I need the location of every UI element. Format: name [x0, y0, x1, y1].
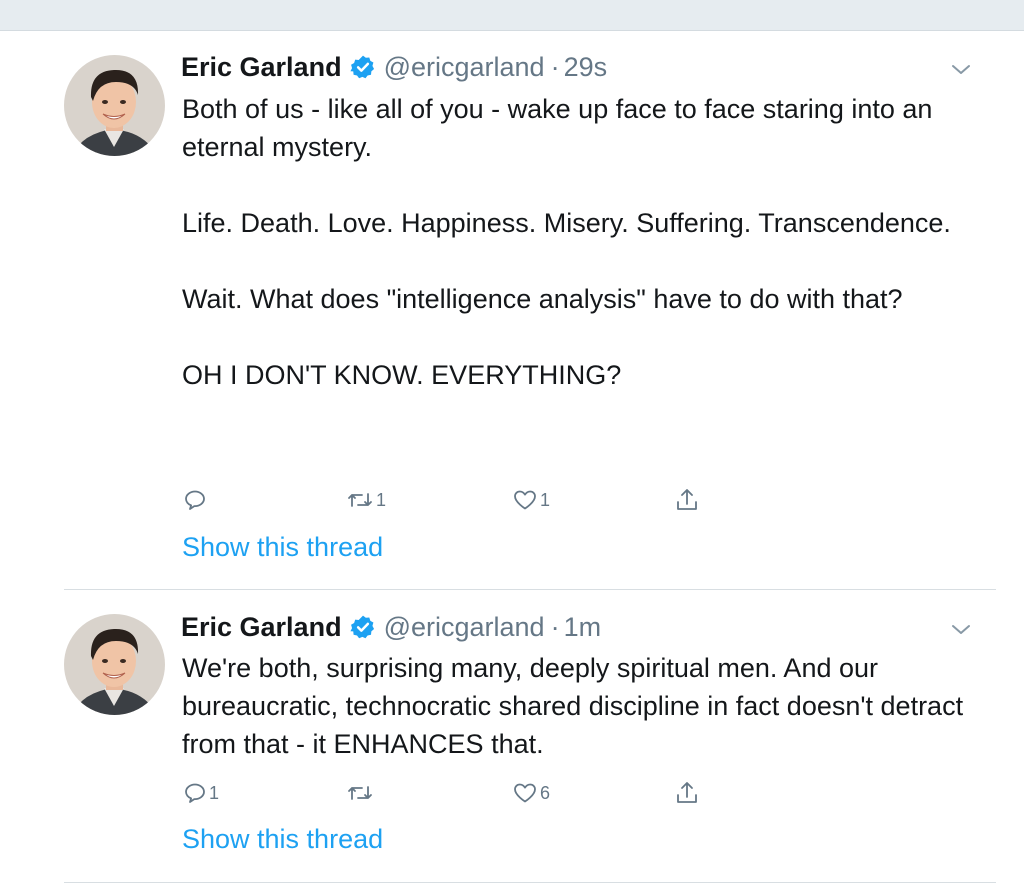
heart-icon — [512, 488, 538, 512]
separator-dot: · — [550, 611, 560, 642]
heart-icon — [512, 781, 538, 805]
reply-count: 1 — [209, 782, 220, 803]
reply-button[interactable] — [183, 485, 209, 515]
timestamp[interactable]: 1m — [564, 612, 602, 643]
author-name[interactable]: Eric Garland — [181, 52, 342, 83]
verified-badge-icon — [350, 54, 376, 80]
chevron-down-icon[interactable] — [950, 63, 972, 77]
show-thread-link[interactable]: Show this thread — [182, 824, 383, 855]
retweet-count: 1 — [376, 489, 387, 510]
tweet-paragraph: OH I DON'T KNOW. EVERYTHING? — [182, 360, 622, 390]
tweet-paragraph: Both of us - like all of you - wake up f… — [182, 94, 940, 162]
reply-button[interactable]: 1 — [183, 778, 219, 808]
reply-icon — [183, 781, 207, 805]
retweet-button[interactable]: 1 — [346, 485, 386, 515]
reply-icon — [183, 488, 207, 512]
retweet-button[interactable] — [346, 778, 376, 808]
timestamp[interactable]: 29s — [564, 52, 608, 83]
tweet-paragraph: Life. Death. Love. Happiness. Misery. Su… — [182, 208, 951, 238]
like-count: 6 — [540, 782, 551, 803]
share-icon — [674, 487, 700, 513]
author-handle[interactable]: @ericgarland — [384, 52, 545, 83]
author-name[interactable]: Eric Garland — [181, 612, 342, 643]
tweet-text: We're both, surprising many, deeply spir… — [182, 649, 982, 763]
like-button[interactable]: 6 — [512, 778, 550, 808]
tweet[interactable]: Eric Garland @ericgarland · 1m We're bot… — [0, 590, 1024, 882]
tweet-paragraph: We're both, surprising many, deeply spir… — [182, 653, 971, 759]
tweet[interactable]: Eric Garland @ericgarland · 29s Both of … — [0, 0, 1024, 590]
tweet-paragraph: Wait. What does "intelligence analysis" … — [182, 284, 903, 314]
avatar[interactable] — [64, 614, 165, 715]
separator-dot: · — [550, 51, 560, 82]
like-button[interactable]: 1 — [512, 485, 550, 515]
show-thread-link[interactable]: Show this thread — [182, 532, 383, 563]
tweet-text: Both of us - like all of you - wake up f… — [182, 90, 982, 394]
verified-badge-icon — [350, 614, 376, 640]
like-count: 1 — [540, 489, 551, 510]
share-icon — [674, 780, 700, 806]
chevron-down-icon[interactable] — [950, 623, 972, 637]
retweet-icon — [346, 781, 374, 805]
author-handle[interactable]: @ericgarland — [384, 612, 545, 643]
share-button[interactable] — [674, 778, 700, 808]
tweet-divider — [64, 882, 996, 883]
share-button[interactable] — [674, 485, 700, 515]
avatar[interactable] — [64, 55, 165, 156]
retweet-icon — [346, 488, 374, 512]
